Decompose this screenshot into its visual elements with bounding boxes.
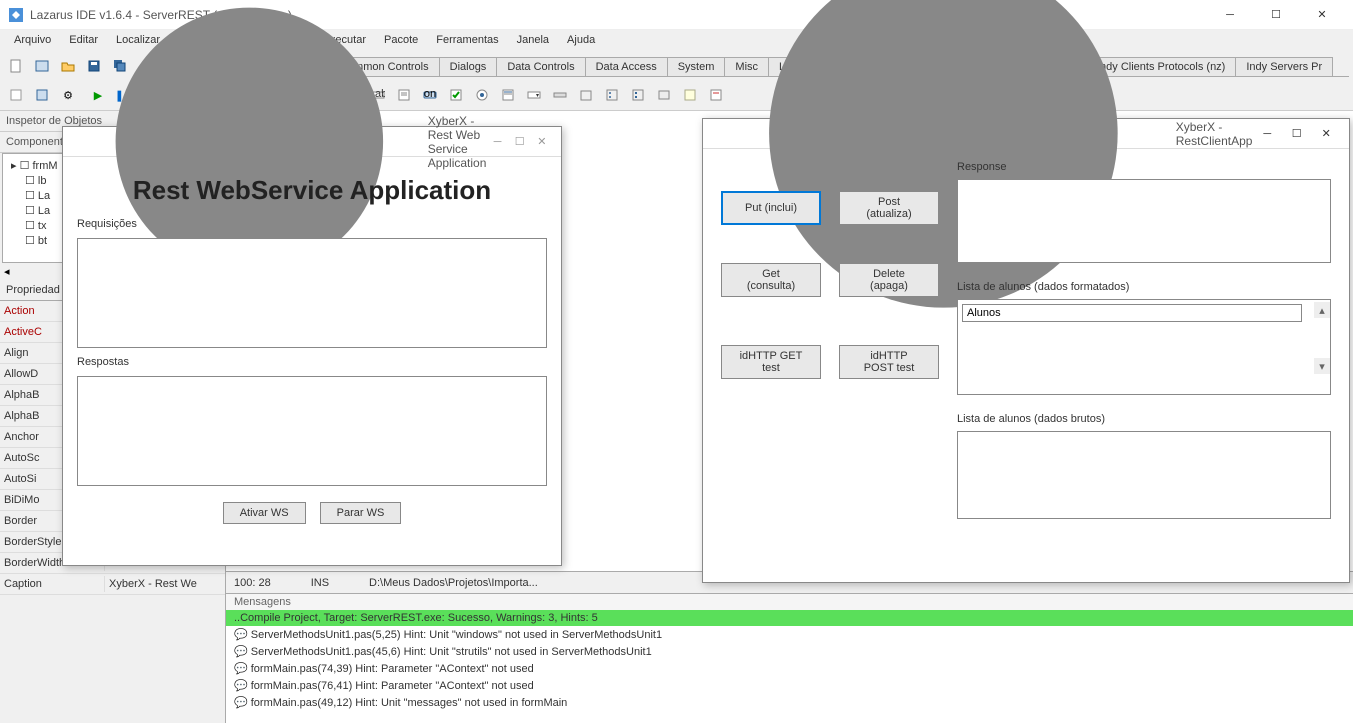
message-row[interactable]: ..Compile Project, Target: ServerREST.ex…: [226, 610, 1353, 626]
menu-ferramentas[interactable]: Ferramentas: [428, 32, 506, 50]
list-formatted[interactable]: Alunos ▴ ▾: [957, 299, 1331, 395]
scrollbar-comp-icon[interactable]: [548, 83, 572, 107]
checkbox-comp-icon[interactable]: [444, 83, 468, 107]
close-button[interactable]: ✕: [531, 127, 553, 157]
list-formatted-item[interactable]: Alunos: [962, 304, 1302, 322]
requests-box[interactable]: [77, 238, 547, 348]
panel-comp-icon[interactable]: [652, 83, 676, 107]
frame-comp-icon[interactable]: [678, 83, 702, 107]
http-post-button[interactable]: idHTTP POST test: [839, 345, 939, 379]
edit-mode: INS: [311, 577, 329, 589]
list-raw-label: Lista de alunos (dados brutos): [957, 413, 1331, 425]
app-icon: [8, 7, 24, 23]
responses-box[interactable]: [77, 376, 547, 486]
tree-item[interactable]: tx: [38, 220, 47, 232]
checkgroup-comp-icon[interactable]: [626, 83, 650, 107]
menu-ajuda[interactable]: Ajuda: [559, 32, 603, 50]
list-formatted-label: Lista de alunos (dados formatados): [957, 281, 1331, 293]
view-units-icon[interactable]: [4, 83, 28, 107]
new-unit-icon[interactable]: [4, 54, 28, 78]
palette-tab-dataaccess[interactable]: Data Access: [585, 57, 668, 76]
file-path: D:\Meus Dados\Projetos\Importa...: [369, 577, 538, 589]
response-box[interactable]: [957, 179, 1331, 263]
http-get-button[interactable]: idHTTP GET test: [721, 345, 821, 379]
tree-root[interactable]: frmM: [33, 160, 58, 172]
radiogroup-comp-icon[interactable]: [600, 83, 624, 107]
messages-title: Mensagens: [226, 594, 1353, 610]
message-row[interactable]: 💬 ServerMethodsUnit1.pas(5,25) Hint: Uni…: [226, 626, 1353, 643]
minimize-button[interactable]: ─: [1207, 0, 1253, 30]
cursor-position: 100: 28: [234, 577, 271, 589]
new-form-icon[interactable]: [30, 54, 54, 78]
tree-item[interactable]: lb: [38, 175, 47, 187]
response-label: Response: [957, 161, 1331, 173]
view-forms-icon[interactable]: [30, 83, 54, 107]
put-button[interactable]: Put (inclui): [721, 191, 821, 225]
prop-name[interactable]: Caption: [0, 576, 105, 592]
close-button[interactable]: ✕: [1312, 119, 1342, 149]
minimize-button[interactable]: ─: [486, 127, 508, 157]
message-row[interactable]: 💬 formMain.pas(74,39) Hint: Parameter "A…: [226, 660, 1353, 677]
listbox-comp-icon[interactable]: [496, 83, 520, 107]
maximize-button[interactable]: ☐: [1282, 119, 1312, 149]
tree-item[interactable]: La: [38, 190, 50, 202]
maximize-button[interactable]: ☐: [509, 127, 531, 157]
combobox-comp-icon[interactable]: [522, 83, 546, 107]
get-button[interactable]: Get (consulta): [721, 263, 821, 297]
message-row[interactable]: 💬 formMain.pas(49,12) Hint: Unit "messag…: [226, 694, 1353, 711]
requests-label: Requisições: [77, 218, 547, 230]
palette-tab-datacontrols[interactable]: Data Controls: [496, 57, 585, 76]
prop-value[interactable]: XyberX - Rest We: [105, 576, 225, 592]
minimize-button[interactable]: ─: [1252, 119, 1282, 149]
delete-button[interactable]: Delete (apaga): [839, 263, 939, 297]
message-row[interactable]: 💬 ServerMethodsUnit1.pas(45,6) Hint: Uni…: [226, 643, 1353, 660]
server-window: XyberX - Rest Web Service Application ─ …: [62, 126, 562, 566]
close-button[interactable]: ✕: [1299, 0, 1345, 30]
menu-janela[interactable]: Janela: [509, 32, 557, 50]
radio-comp-icon[interactable]: [470, 83, 494, 107]
groupbox-comp-icon[interactable]: [574, 83, 598, 107]
stop-ws-button[interactable]: Parar WS: [320, 502, 402, 524]
message-row[interactable]: 💬 formMain.pas(76,41) Hint: Parameter "A…: [226, 677, 1353, 694]
messages-list[interactable]: ..Compile Project, Target: ServerREST.ex…: [226, 610, 1353, 723]
responses-label: Respostas: [77, 356, 547, 368]
palette-tab-indyserv[interactable]: Indy Servers Pr: [1235, 57, 1333, 76]
messages-panel: Mensagens ..Compile Project, Target: Ser…: [226, 593, 1353, 723]
palette-tab-dialogs[interactable]: Dialogs: [439, 57, 498, 76]
post-button[interactable]: Post (atualiza): [839, 191, 939, 225]
menu-arquivo[interactable]: Arquivo: [6, 32, 59, 50]
tree-item[interactable]: La: [38, 205, 50, 217]
client-window: XyberX - RestClientApp ─ ☐ ✕ Put (inclui…: [702, 118, 1350, 583]
client-window-title: XyberX - RestClientApp: [1176, 120, 1253, 148]
start-ws-button[interactable]: Ativar WS: [223, 502, 306, 524]
list-raw-box[interactable]: [957, 431, 1331, 519]
maximize-button[interactable]: ☐: [1253, 0, 1299, 30]
tree-item[interactable]: bt: [38, 235, 47, 247]
server-heading: Rest WebService Application: [77, 175, 547, 206]
